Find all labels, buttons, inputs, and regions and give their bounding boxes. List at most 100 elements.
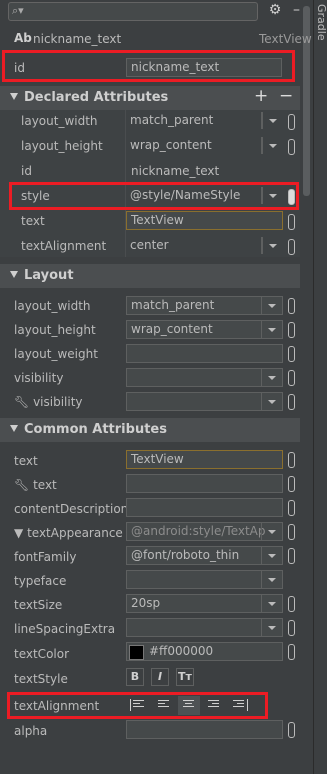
section-title: Layout xyxy=(24,268,74,283)
declared-label-layout-height: layout_height xyxy=(21,139,103,153)
value-text: wrap_content xyxy=(131,322,213,336)
chevron-down-icon[interactable] xyxy=(261,595,282,612)
value-text: 20sp xyxy=(131,596,161,610)
common-label-alpha: alpha xyxy=(14,724,48,738)
label-text: visibility xyxy=(33,395,83,409)
gradle-side-tab[interactable]: Gradle xyxy=(313,0,327,774)
wrench-icon: 🔧︎ xyxy=(14,478,30,492)
component-badge: Ab xyxy=(14,31,32,45)
value-text: match_parent xyxy=(130,113,214,127)
common-tools-text-field[interactable] xyxy=(126,474,283,493)
resource-picker-icon[interactable] xyxy=(288,322,295,338)
layout-width-dropdown[interactable]: match_parent xyxy=(126,296,283,315)
italic-toggle-button[interactable]: I xyxy=(151,668,169,686)
add-attribute-button[interactable]: + xyxy=(254,86,268,106)
value-text: @android:style/TextAp xyxy=(131,524,266,538)
typeface-dropdown[interactable] xyxy=(126,570,283,589)
resource-picker-icon[interactable] xyxy=(288,548,295,564)
declared-value-text[interactable]: TextView xyxy=(126,211,283,230)
expand-triangle-icon[interactable]: ▼ xyxy=(14,526,23,540)
search-icon: ⌕▾ xyxy=(12,4,24,17)
value-text: #ff000000 xyxy=(149,644,214,658)
common-label-text-size: textSize xyxy=(14,598,63,612)
chevron-down-icon[interactable] xyxy=(262,137,283,154)
declared-value-layout-width[interactable]: match_parent xyxy=(126,112,283,131)
chevron-down-icon[interactable] xyxy=(262,112,283,129)
section-common-attributes[interactable]: Common Attributes xyxy=(0,418,300,442)
resource-picker-icon[interactable] xyxy=(288,524,295,540)
value-text: center xyxy=(130,238,169,252)
visibility-dropdown[interactable] xyxy=(126,368,283,387)
resource-picker-icon[interactable] xyxy=(288,596,295,612)
common-label-text: text xyxy=(14,454,38,468)
common-label-typeface: typeface xyxy=(14,574,67,588)
font-family-dropdown[interactable]: @font/roboto_thin xyxy=(126,546,283,565)
component-type: TextView xyxy=(259,32,312,46)
chevron-down-icon[interactable] xyxy=(261,393,282,410)
resource-picker-icon[interactable] xyxy=(288,214,295,230)
common-label-text-style: textStyle xyxy=(14,672,68,686)
resource-picker-icon[interactable] xyxy=(288,239,295,255)
text-color-field[interactable]: #ff000000 xyxy=(126,642,283,661)
declared-label-text: text xyxy=(21,214,45,228)
value-text: wrap_content xyxy=(130,138,212,152)
search-input[interactable]: ⌕▾ xyxy=(8,2,258,21)
layout-height-dropdown[interactable]: wrap_content xyxy=(126,320,283,339)
chevron-down-icon[interactable] xyxy=(261,369,282,386)
content-description-field[interactable] xyxy=(126,498,283,517)
gear-icon[interactable]: ⚙ xyxy=(268,2,282,18)
resource-picker-icon[interactable] xyxy=(288,722,295,738)
component-name: nickname_text xyxy=(33,32,122,46)
resource-picker-icon[interactable] xyxy=(288,370,295,386)
layout-label-visibility: visibility xyxy=(14,371,64,385)
resource-picker-icon[interactable] xyxy=(288,346,295,362)
remove-attribute-button[interactable]: − xyxy=(279,86,293,106)
tools-visibility-dropdown[interactable] xyxy=(126,392,283,411)
bold-toggle-button[interactable]: B xyxy=(126,668,144,686)
common-label-text-appearance[interactable]: ▼ textAppearance xyxy=(14,526,123,540)
resource-picker-icon[interactable] xyxy=(288,644,295,660)
text-appearance-dropdown[interactable]: @android:style/TextAp xyxy=(126,522,283,541)
line-spacing-extra-dropdown[interactable] xyxy=(126,618,283,637)
minimize-icon[interactable]: – xyxy=(293,2,303,18)
layout-label-width: layout_width xyxy=(14,299,91,313)
collapse-triangle-icon[interactable] xyxy=(10,271,18,278)
color-swatch[interactable] xyxy=(129,645,144,660)
text-size-dropdown[interactable]: 20sp xyxy=(126,594,283,613)
chevron-down-icon[interactable] xyxy=(261,321,282,338)
chevron-down-icon[interactable] xyxy=(261,297,282,314)
declared-value-text-alignment[interactable]: center xyxy=(126,237,283,256)
resource-picker-icon[interactable] xyxy=(288,114,295,130)
resource-picker-icon[interactable] xyxy=(288,476,295,492)
resource-picker-icon[interactable] xyxy=(288,298,295,314)
collapse-triangle-icon[interactable] xyxy=(10,93,18,100)
chevron-down-icon[interactable] xyxy=(261,547,282,564)
all-caps-toggle-button[interactable]: Tт xyxy=(176,668,194,686)
common-label-content-description: contentDescription xyxy=(14,502,129,516)
resource-picker-icon[interactable] xyxy=(288,139,295,155)
chevron-down-icon[interactable] xyxy=(262,237,283,254)
resource-picker-icon[interactable] xyxy=(288,620,295,636)
common-text-field[interactable]: TextView xyxy=(126,450,283,469)
declared-value-id[interactable]: nickname_text xyxy=(131,164,219,178)
value-text: match_parent xyxy=(131,298,215,312)
gradle-tab-label[interactable]: Gradle xyxy=(315,4,327,41)
layout-label-tools-visibility: 🔧︎ visibility xyxy=(14,395,83,409)
section-title: Common Attributes xyxy=(24,422,167,437)
chevron-down-icon[interactable] xyxy=(261,619,282,636)
highlight-box-style xyxy=(9,182,299,210)
declared-label-id: id xyxy=(21,164,32,178)
chevron-down-icon[interactable] xyxy=(261,571,282,588)
declared-value-layout-height[interactable]: wrap_content xyxy=(126,137,283,156)
resource-picker-icon[interactable] xyxy=(288,394,295,410)
section-layout[interactable]: Layout xyxy=(0,264,300,288)
collapse-triangle-icon[interactable] xyxy=(10,425,18,432)
common-label-text-color: textColor xyxy=(14,647,70,661)
resource-picker-icon[interactable] xyxy=(288,500,295,516)
layout-label-weight: layout_weight xyxy=(14,347,98,361)
layout-weight-field[interactable] xyxy=(126,344,283,363)
alpha-field[interactable] xyxy=(126,720,283,739)
resource-picker-icon[interactable] xyxy=(288,452,295,468)
common-label-line-spacing-extra: lineSpacingExtra xyxy=(14,622,116,636)
chevron-down-icon[interactable] xyxy=(261,523,282,540)
